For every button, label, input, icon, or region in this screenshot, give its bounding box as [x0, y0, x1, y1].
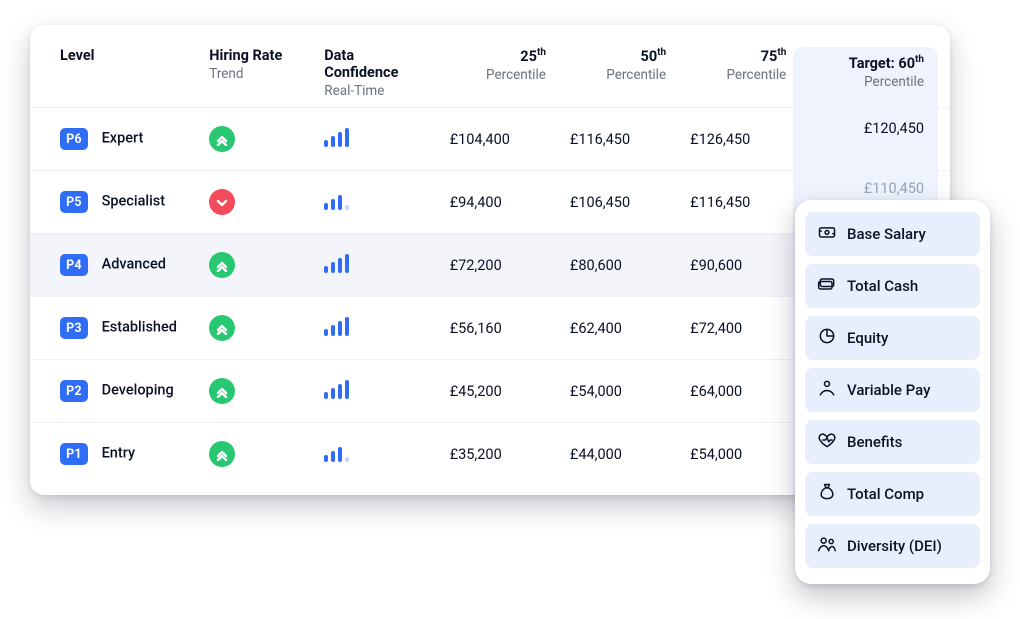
level-badge: P1 — [60, 443, 88, 465]
comp-type-pill[interactable]: Total Cash — [805, 264, 980, 308]
col-hiring-sublabel: Trend — [209, 66, 300, 82]
comp-type-pill[interactable]: Total Comp — [805, 472, 980, 516]
level-label: Developing — [102, 382, 174, 399]
total-cash-icon — [817, 274, 837, 298]
confidence-bars-icon — [324, 253, 349, 273]
p25-value: £72,200 — [438, 234, 558, 297]
col-confidence-sublabel: Real-Time — [324, 83, 425, 99]
col-p50: 50th Percentile — [558, 47, 678, 108]
confidence-bars-icon — [324, 379, 349, 399]
col-confidence: Data Confidence Real-Time — [312, 47, 437, 108]
diversity-icon — [817, 534, 837, 558]
comp-type-label: Total Comp — [847, 485, 924, 503]
confidence-bars-icon — [324, 190, 349, 210]
p25-value: £35,200 — [438, 423, 558, 486]
col-p25: 25th Percentile — [438, 47, 558, 108]
confidence-bars-icon — [324, 442, 349, 462]
p50-value: £62,400 — [558, 297, 678, 360]
p50-value: £80,600 — [558, 234, 678, 297]
comp-type-label: Base Salary — [847, 225, 926, 243]
col-p75: 75th Percentile — [678, 47, 798, 108]
trend-up-icon — [209, 252, 235, 278]
col-level-label: Level — [60, 47, 95, 64]
total-comp-icon — [817, 482, 837, 506]
trend-up-icon — [209, 378, 235, 404]
p50-value: £44,000 — [558, 423, 678, 486]
comp-type-label: Total Cash — [847, 277, 918, 295]
col-confidence-label: Data Confidence — [324, 47, 398, 81]
level-badge: P2 — [60, 380, 88, 402]
confidence-bars-icon — [324, 316, 349, 336]
p75-value: £90,600 — [678, 234, 798, 297]
equity-icon — [817, 326, 837, 350]
col-hiring-rate: Hiring Rate Trend — [197, 47, 312, 108]
p25-value: £45,200 — [438, 360, 558, 423]
comp-type-pill[interactable]: Diversity (DEI) — [805, 524, 980, 568]
level-label: Entry — [102, 445, 135, 462]
comp-type-label: Variable Pay — [847, 381, 930, 399]
comp-type-pill[interactable]: Variable Pay — [805, 368, 980, 412]
level-badge: P5 — [60, 191, 88, 213]
trend-down-icon — [209, 189, 235, 215]
p25-value: £56,160 — [438, 297, 558, 360]
level-label: Specialist — [102, 193, 165, 210]
p75-value: £116,450 — [678, 171, 798, 234]
p75-value: £126,450 — [678, 108, 798, 171]
level-label: Established — [102, 319, 177, 336]
p50-value: £116,450 — [558, 108, 678, 171]
level-label: Advanced — [102, 256, 166, 273]
variable-pay-icon — [817, 378, 837, 402]
p50-value: £106,450 — [558, 171, 678, 234]
comp-type-label: Benefits — [847, 433, 902, 451]
comp-type-pill[interactable]: Benefits — [805, 420, 980, 464]
trend-up-icon — [209, 126, 235, 152]
p75-value: £54,000 — [678, 423, 798, 486]
table-row[interactable]: P6 Expert £104,400 £116,450 £126,450 — [30, 108, 950, 171]
base-salary-icon — [817, 222, 837, 246]
benefits-icon — [817, 430, 837, 454]
level-label: Expert — [102, 130, 144, 147]
comp-type-pill[interactable]: Base Salary — [805, 212, 980, 256]
col-level: Level — [30, 47, 197, 108]
trend-up-icon — [209, 315, 235, 341]
p25-value: £94,400 — [438, 171, 558, 234]
p25-value: £104,400 — [438, 108, 558, 171]
p75-value: £72,400 — [678, 297, 798, 360]
level-badge: P6 — [60, 128, 88, 150]
p50-value: £54,000 — [558, 360, 678, 423]
confidence-bars-icon — [324, 127, 349, 147]
level-badge: P4 — [60, 254, 88, 276]
compensation-type-panel: Base Salary Total Cash Equity Variable Pay B… — [795, 200, 990, 584]
level-badge: P3 — [60, 317, 88, 339]
col-hiring-label: Hiring Rate — [209, 47, 282, 64]
comp-type-label: Equity — [847, 329, 888, 347]
p75-value: £64,000 — [678, 360, 798, 423]
comp-type-label: Diversity (DEI) — [847, 537, 942, 555]
comp-type-pill[interactable]: Equity — [805, 316, 980, 360]
trend-up-icon — [209, 441, 235, 467]
